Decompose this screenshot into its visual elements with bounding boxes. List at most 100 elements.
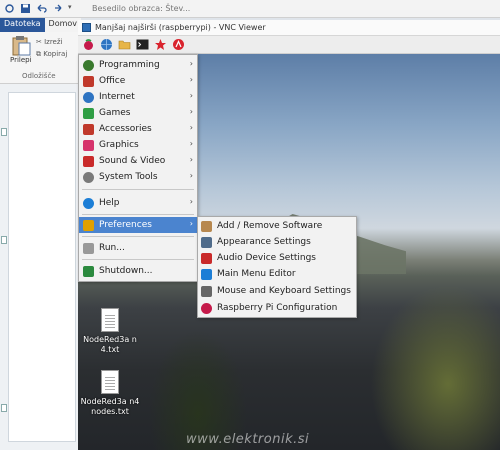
clipboard-group-label: Odložišče bbox=[22, 72, 56, 80]
desktop-file-nodered3a-n4[interactable]: NodeRed3a n4.txt bbox=[80, 308, 140, 355]
checkbox-icon bbox=[1, 404, 7, 412]
text-file-icon bbox=[101, 308, 119, 332]
internet-icon bbox=[83, 91, 94, 103]
accessories-icon bbox=[83, 123, 94, 135]
menu-item-preferences[interactable]: Preferences › bbox=[79, 217, 197, 233]
submenu-item-main-menu-editor[interactable]: Main Menu Editor bbox=[198, 266, 356, 282]
menu-item-internet[interactable]: Internet › bbox=[79, 89, 197, 105]
tab-datoteka[interactable]: Datoteka bbox=[0, 18, 45, 32]
submenu-item-label: Mouse and Keyboard Settings bbox=[217, 286, 351, 296]
raspberry-icon[interactable] bbox=[82, 38, 95, 51]
submenu-item-mouse-keyboard-settings[interactable]: Mouse and Keyboard Settings bbox=[198, 283, 356, 299]
terminal-icon[interactable] bbox=[136, 38, 149, 51]
chevron-right-icon: › bbox=[189, 59, 193, 68]
sound-video-icon bbox=[83, 155, 94, 167]
chevron-right-icon: › bbox=[189, 197, 193, 206]
menu-item-label: Preferences bbox=[99, 220, 152, 230]
shutdown-icon bbox=[83, 265, 94, 277]
menu-item-graphics[interactable]: Graphics › bbox=[79, 137, 197, 153]
appearance-icon bbox=[201, 236, 212, 248]
menu-item-label: Sound & Video bbox=[99, 156, 166, 166]
vnc-logo-icon bbox=[82, 23, 91, 32]
system-tools-icon bbox=[83, 171, 94, 183]
menu-item-system-tools[interactable]: System Tools › bbox=[79, 169, 197, 185]
submenu-item-label: Appearance Settings bbox=[217, 237, 311, 247]
help-icon bbox=[83, 197, 94, 209]
refresh-icon[interactable] bbox=[4, 3, 15, 14]
keyboard-icon bbox=[201, 285, 212, 297]
host-title-bar: ▾ Besedilo obrazca: Štev... bbox=[0, 0, 500, 18]
audio-icon bbox=[201, 252, 212, 264]
menu-item-help[interactable]: Help › bbox=[79, 195, 197, 211]
paste-label: Prilepi bbox=[10, 56, 32, 64]
pi-taskbar bbox=[78, 36, 500, 54]
text-file-icon bbox=[101, 370, 119, 394]
menu-item-label: Graphics bbox=[99, 140, 139, 150]
chevron-right-icon: › bbox=[189, 171, 193, 180]
menu-item-label: Shutdown... bbox=[99, 266, 153, 276]
menu-item-label: Run... bbox=[99, 243, 125, 253]
submenu-item-add-remove-software[interactable]: Add / Remove Software bbox=[198, 218, 356, 234]
submenu-item-appearance-settings[interactable]: Appearance Settings bbox=[198, 234, 356, 250]
submenu-item-raspberry-pi-configuration[interactable]: Raspberry Pi Configuration bbox=[198, 300, 356, 316]
watermark: www.elektronik.si bbox=[186, 432, 310, 447]
web-browser-icon[interactable] bbox=[100, 38, 113, 51]
submenu-item-label: Audio Device Settings bbox=[217, 253, 316, 263]
menu-item-label: Internet bbox=[99, 92, 135, 102]
menu-item-label: Games bbox=[99, 108, 131, 118]
chevron-right-icon: › bbox=[189, 91, 193, 100]
menu-item-sound-video[interactable]: Sound & Video › bbox=[79, 153, 197, 169]
menu-item-shutdown[interactable]: Shutdown... bbox=[79, 263, 197, 279]
host-ribbon-tabs: Datoteka Domov bbox=[0, 18, 82, 32]
menu-item-run[interactable]: Run... bbox=[79, 240, 197, 256]
chevron-right-icon: › bbox=[189, 107, 193, 116]
menu-item-label: Accessories bbox=[99, 124, 152, 134]
office-icon bbox=[83, 75, 94, 87]
host-title-text: Besedilo obrazca: Štev... bbox=[92, 4, 191, 13]
desktop-file-label: NodeRed3a n4 nodes.txt bbox=[80, 397, 140, 416]
copy-label: Kopiraj bbox=[43, 50, 68, 58]
submenu-item-audio-device-settings[interactable]: Audio Device Settings bbox=[198, 250, 356, 266]
preferences-submenu: Add / Remove Software Appearance Setting… bbox=[197, 216, 357, 318]
programming-icon bbox=[83, 59, 94, 71]
menu-item-games[interactable]: Games › bbox=[79, 105, 197, 121]
menu-item-label: Office bbox=[99, 76, 126, 86]
chevron-down-icon[interactable]: ▾ bbox=[68, 3, 79, 14]
chevron-right-icon: › bbox=[189, 123, 193, 132]
menu-item-office[interactable]: Office › bbox=[79, 73, 197, 89]
vnc-title-bar: Manjšaj najširši (raspberrypi) - VNC Vie… bbox=[78, 20, 500, 36]
vnc-window-title: Manjšaj najširši (raspberrypi) - VNC Vie… bbox=[95, 23, 266, 32]
copy-button[interactable]: ⧉ Kopiraj bbox=[36, 50, 67, 59]
chevron-right-icon: › bbox=[189, 219, 193, 228]
menu-item-accessories[interactable]: Accessories › bbox=[79, 121, 197, 137]
checkbox-icon bbox=[1, 236, 7, 244]
save-icon[interactable] bbox=[20, 3, 31, 14]
desktop-file-nodered3a-n4-nodes[interactable]: NodeRed3a n4 nodes.txt bbox=[80, 370, 140, 417]
preferences-icon bbox=[83, 219, 94, 231]
file-manager-icon[interactable] bbox=[118, 38, 131, 51]
cut-button[interactable]: ✂ Izreži bbox=[36, 38, 62, 46]
host-document-page[interactable] bbox=[8, 92, 76, 442]
submenu-item-label: Raspberry Pi Configuration bbox=[217, 303, 338, 313]
menu-item-label: System Tools bbox=[99, 172, 158, 182]
redo-icon[interactable] bbox=[52, 3, 63, 14]
menu-editor-icon bbox=[201, 268, 212, 280]
menu-separator bbox=[82, 189, 194, 190]
chevron-right-icon: › bbox=[189, 139, 193, 148]
menu-separator bbox=[82, 214, 194, 215]
applications-menu: Programming › Office › Internet › Games … bbox=[78, 54, 198, 282]
package-icon bbox=[201, 220, 212, 232]
menu-item-label: Programming bbox=[99, 60, 160, 70]
chevron-right-icon: › bbox=[189, 75, 193, 84]
chevron-right-icon: › bbox=[189, 155, 193, 164]
mathematica-icon[interactable] bbox=[154, 38, 167, 51]
host-ribbon: Prilepi ✂ Izreži ⧉ Kopiraj Odložišče bbox=[0, 32, 78, 84]
wolfram-icon[interactable] bbox=[172, 38, 185, 51]
tab-domov[interactable]: Domov bbox=[44, 18, 82, 32]
checkbox-icon bbox=[1, 128, 7, 136]
submenu-item-label: Add / Remove Software bbox=[217, 221, 323, 231]
menu-item-programming[interactable]: Programming › bbox=[79, 57, 197, 73]
raspberry-icon bbox=[201, 302, 212, 314]
run-icon bbox=[83, 242, 94, 254]
undo-icon[interactable] bbox=[36, 3, 47, 14]
